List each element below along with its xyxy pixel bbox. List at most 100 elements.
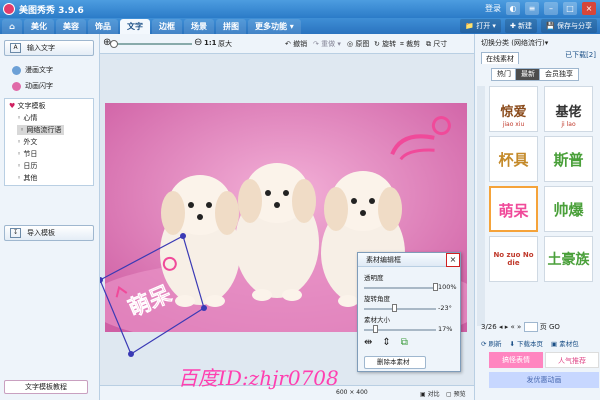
flip-vertical-icon[interactable]: ⇕ xyxy=(382,337,390,348)
sticker-selection[interactable]: 萌呆 xyxy=(100,214,210,364)
page-info: 3/26 xyxy=(481,323,497,331)
tab-beauty[interactable]: 美容 xyxy=(56,19,86,34)
heart-icon: ♥ xyxy=(9,102,16,110)
subtab-vip[interactable]: 会员独享 xyxy=(539,68,579,81)
material-tile[interactable]: 杯具 xyxy=(489,136,538,182)
material-tile-selected[interactable]: 萌呆 xyxy=(489,186,538,232)
material-scrollbar[interactable] xyxy=(477,86,485,326)
tile-text: 斯普 xyxy=(553,151,584,169)
redo-label: 重做 xyxy=(321,40,336,48)
open-button[interactable]: 📁 打开 ▾ xyxy=(460,19,501,33)
last-page-icon[interactable]: » xyxy=(517,323,521,331)
animated-text-item[interactable]: 动画闪字 xyxy=(12,81,53,91)
maximize-icon[interactable]: □ xyxy=(563,2,577,15)
flip-horizontal-icon[interactable]: ⇹ xyxy=(364,337,372,348)
tab-online-material[interactable]: 在线素材 xyxy=(481,52,519,64)
app-logo-icon xyxy=(3,3,15,15)
material-tile[interactable]: No zuo No die xyxy=(489,236,538,282)
subtab-hot[interactable]: 热门 xyxy=(491,68,517,81)
preview-button[interactable]: ▢ 预览 xyxy=(446,389,466,398)
zoom-slider-knob[interactable] xyxy=(110,40,118,48)
template-tree-head[interactable]: ♥ 文字模板 xyxy=(9,101,46,111)
tile-sub: jiao xiu xyxy=(502,121,525,128)
skin-icon[interactable]: ◐ xyxy=(506,2,520,15)
tab-frame[interactable]: 边框 xyxy=(152,19,182,34)
actual-size-ratio[interactable]: 1:1 xyxy=(204,39,217,47)
material-tile[interactable]: 帅爆 xyxy=(544,186,593,232)
nav-tabs: ⌂ 美化 美容 饰品 文字 边框 场景 拼图 更多功能 ▾ xyxy=(2,19,301,34)
first-page-icon[interactable]: « xyxy=(510,323,514,331)
comic-text-item[interactable]: 漫画文字 xyxy=(12,65,53,75)
copy-material-icon[interactable]: ⧉ xyxy=(401,337,408,348)
material-tile[interactable]: 惊爱 jiao xiu xyxy=(489,86,538,132)
prev-page-icon[interactable]: ◂ xyxy=(499,323,503,331)
tab-more-label: 更多功能 xyxy=(255,22,287,31)
home-icon[interactable]: ⌂ xyxy=(2,19,22,34)
tree-item-other[interactable]: ◦ 其他 xyxy=(17,173,37,183)
tree-item-mood-label: 心情 xyxy=(23,114,38,122)
go-button[interactable]: GO xyxy=(549,323,560,331)
download-page-label: 下载本页 xyxy=(517,340,544,348)
material-pack-button[interactable]: ▣ 素材包 xyxy=(551,338,579,348)
next-page-icon[interactable]: ▸ xyxy=(505,323,509,331)
tab-more[interactable]: 更多功能 ▾ xyxy=(248,19,301,34)
preview-label: 预览 xyxy=(453,391,466,398)
size-label: 尺寸 xyxy=(433,40,448,48)
tree-item-mood[interactable]: ◦ 心情 xyxy=(17,113,37,123)
refresh-button[interactable]: ⟳ 刷新 xyxy=(481,338,502,348)
page-go-label: 页 xyxy=(539,323,547,331)
tab-scene[interactable]: 场景 xyxy=(184,19,214,34)
zoom-out-icon[interactable]: ⊖ xyxy=(194,37,202,48)
undo-button[interactable]: ↶ 撤销 xyxy=(285,39,307,49)
resize-button[interactable]: ⧉ 尺寸 xyxy=(426,39,447,49)
menu-icon[interactable]: ≡ xyxy=(525,2,539,15)
undo-label: 撤销 xyxy=(293,40,308,48)
original-size-button[interactable]: 原大 xyxy=(218,39,232,49)
size-label-dialog: 素材大小 xyxy=(364,316,390,324)
category-value: 网络流行 xyxy=(513,39,542,47)
material-tile[interactable]: 土豪族 xyxy=(544,236,593,282)
downloaded-tab[interactable]: 已下载[2] xyxy=(565,50,596,60)
tree-item-foreign[interactable]: ◦ 外文 xyxy=(17,137,37,147)
transparency-slider[interactable] xyxy=(364,287,436,289)
crop-button[interactable]: ⌗ 裁剪 xyxy=(400,39,420,49)
material-tile[interactable]: 斯普 xyxy=(544,136,593,182)
tab-beautify[interactable]: 美化 xyxy=(24,19,54,34)
delete-material-button[interactable]: 删除本素材 xyxy=(364,356,426,369)
size-knob[interactable] xyxy=(373,325,379,333)
tab-text[interactable]: 文字 xyxy=(120,19,150,34)
input-text-label: 输入文字 xyxy=(27,44,55,52)
download-page-button[interactable]: ⬇ 下载本页 xyxy=(510,338,544,348)
rotation-knob[interactable] xyxy=(392,304,398,312)
page-input[interactable] xyxy=(523,322,538,332)
title-bar: 美图秀秀 3.9.6 登录 ◐ ≡ – □ × xyxy=(0,0,600,18)
category-switch[interactable]: 切换分类 (网络流行)▾ xyxy=(481,38,548,48)
redo-button[interactable]: ↷ 重做 ▾ xyxy=(313,39,341,49)
tree-item-internet-slang[interactable]: ◦ 网络流行语 xyxy=(17,125,65,135)
subtab-newest[interactable]: 最新 xyxy=(515,68,541,81)
close-icon[interactable]: × xyxy=(582,2,596,15)
compare-button[interactable]: ▣ 对比 xyxy=(420,389,440,398)
new-button[interactable]: ✚ 新建 xyxy=(504,19,538,33)
restore-original-button[interactable]: ◎ 原图 xyxy=(347,39,369,49)
import-template-button[interactable]: ↧ 导入模板 xyxy=(4,225,94,241)
input-text-button[interactable]: A 输入文字 xyxy=(4,40,94,56)
tree-item-calendar[interactable]: ◦ 日历 xyxy=(17,161,37,171)
tree-item-calendar-label: 日历 xyxy=(23,162,38,170)
rotate-button[interactable]: ↻ 旋转 xyxy=(374,39,396,49)
promo-thumb-2[interactable]: 人气推荐 xyxy=(545,352,599,368)
rotation-slider[interactable] xyxy=(364,308,436,310)
tree-item-foreign-label: 外文 xyxy=(23,138,38,146)
promo-thumb-3[interactable]: 发优惠动画 xyxy=(489,372,599,388)
tree-item-holiday[interactable]: ◦ 节日 xyxy=(17,149,37,159)
dialog-close-icon[interactable]: × xyxy=(446,253,460,267)
template-tutorial-link[interactable]: 文字模板教程 xyxy=(4,380,88,394)
minimize-icon[interactable]: – xyxy=(544,2,558,15)
tab-accessories[interactable]: 饰品 xyxy=(88,19,118,34)
material-tile[interactable]: 基佬 ji lao xyxy=(544,86,593,132)
zoom-slider[interactable] xyxy=(112,43,192,45)
tab-collage[interactable]: 拼图 xyxy=(216,19,246,34)
promo-thumb-1[interactable]: 搞怪表情 xyxy=(489,352,543,368)
save-button[interactable]: 💾 保存与分享 xyxy=(541,19,597,33)
login-link[interactable]: 登录 xyxy=(485,3,501,14)
